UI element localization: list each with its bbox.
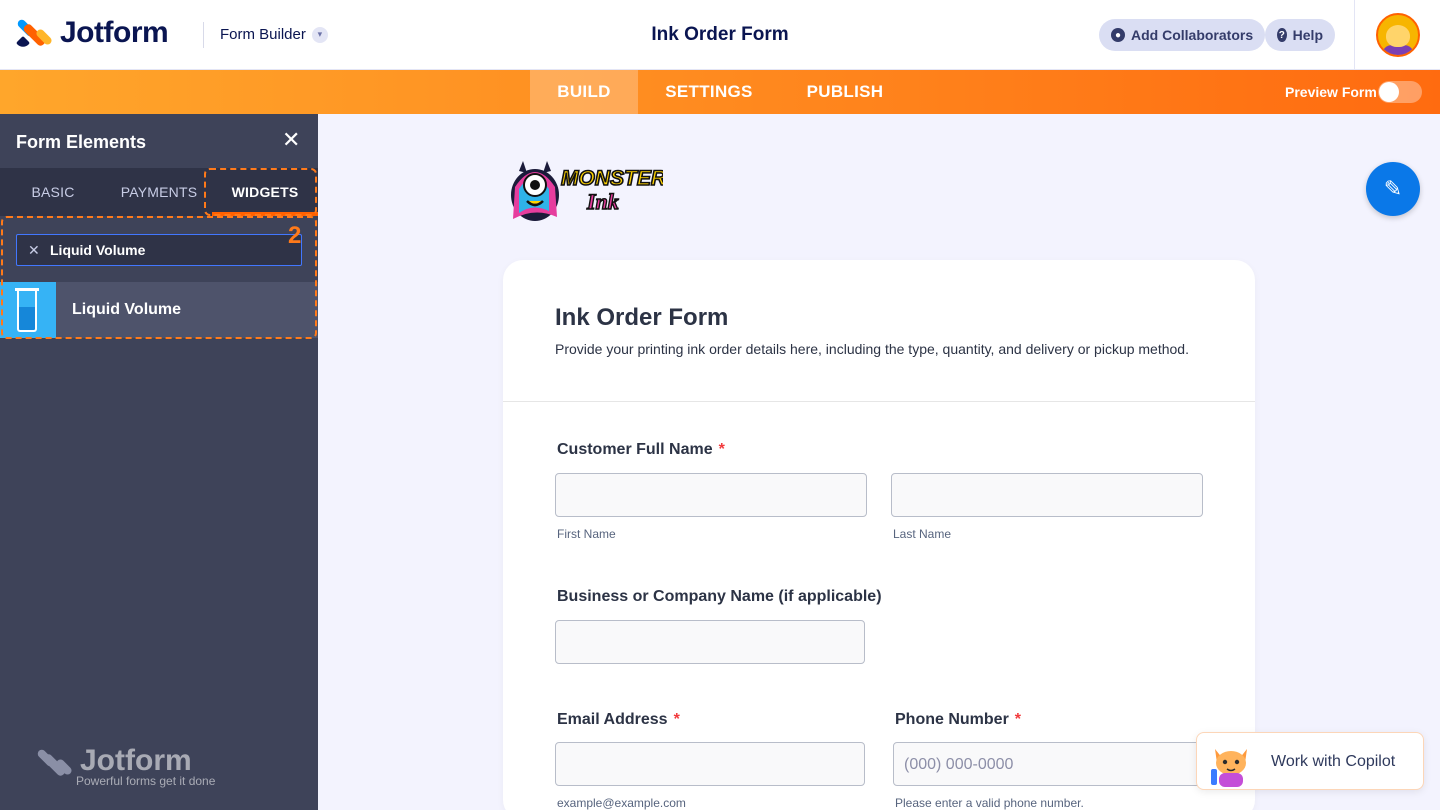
form-designer-button[interactable]: ✎ [1366,162,1420,216]
customer-name-label[interactable]: Customer Full Name * [557,441,725,459]
tab-payments[interactable]: PAYMENTS [106,168,212,216]
work-with-copilot-button[interactable]: Work with Copilot [1196,732,1424,790]
highlight-widgets-tab [204,168,317,216]
first-name-sublabel: First Name [557,527,616,541]
email-label[interactable]: Email Address * [557,711,680,729]
footer-brand: Jotform [80,744,192,777]
highlight-widget-result [1,216,317,339]
jotform-logo-icon [15,16,54,51]
required-mark: * [673,711,680,728]
phone-label[interactable]: Phone Number * [895,711,1021,729]
phone-sublabel: Please enter a valid phone number. [895,796,1084,810]
chevron-down-icon: ▾ [311,26,328,43]
sidebar-footer-logo: Jotform Powerful forms get it done [36,744,216,788]
preview-form-label: Preview Form [1285,84,1377,100]
required-mark: * [718,441,725,458]
form-builder-menu[interactable]: Form Builder ▾ [220,26,328,43]
jotform-logo-icon [36,746,74,780]
first-name-input[interactable] [555,473,867,517]
form-builder-label: Form Builder [220,26,306,43]
phone-placeholder: (000) 000-0000 [904,756,1014,773]
add-collaborators-button[interactable]: ● Add Collaborators [1099,19,1266,51]
company-name-input[interactable] [555,620,865,664]
jotform-logo[interactable]: Jotform [15,16,169,51]
footer-tagline: Powerful forms get it done [76,774,216,788]
user-icon: ● [1111,28,1125,42]
add-collaborators-label: Add Collaborators [1131,27,1254,43]
email-sublabel: example@example.com [557,796,686,810]
avatar-divider [1354,0,1355,70]
svg-text:MONSTERS: MONSTERS [561,167,663,190]
user-avatar[interactable] [1376,13,1420,57]
paint-roller-icon: ✎ [1383,176,1403,201]
copilot-cat-icon [1211,749,1247,787]
panel-title: Form Elements [16,132,147,152]
builder-nav: BUILD SETTINGS PUBLISH Preview Form [0,70,1440,114]
form-heading[interactable]: Ink Order Form [555,304,728,332]
close-icon[interactable]: ✕ [282,129,300,151]
svg-text:Ink: Ink [586,189,619,214]
tab-build[interactable]: BUILD [530,70,638,114]
form-card: Ink Order Form Provide your printing ink… [503,260,1255,810]
heading-separator [503,401,1255,402]
company-name-label[interactable]: Business or Company Name (if applicable) [557,588,882,606]
panel-header: Form Elements ✕ [0,114,318,168]
header-divider [203,22,204,48]
form-description[interactable]: Provide your printing ink order details … [555,341,1189,357]
top-bar: Jotform Form Builder ▾ Ink Order Form ● … [0,0,1440,70]
phone-input[interactable]: (000) 000-0000 [893,742,1203,786]
help-button[interactable]: ? Help [1265,19,1335,51]
help-icon: ? [1277,28,1287,42]
last-name-input[interactable] [891,473,1203,517]
email-input[interactable] [555,742,865,786]
last-name-sublabel: Last Name [893,527,952,541]
required-mark: * [1014,711,1022,728]
tab-publish[interactable]: PUBLISH [790,70,900,114]
tab-basic[interactable]: BASIC [0,168,106,216]
preview-form-toggle[interactable] [1378,81,1422,103]
help-label: Help [1292,27,1323,43]
tab-settings[interactable]: SETTINGS [646,70,772,114]
copilot-label: Work with Copilot [1271,753,1396,770]
monsters-ink-logo[interactable]: MONSTERS Ink [505,147,663,227]
brand-name: Jotform [60,16,169,49]
